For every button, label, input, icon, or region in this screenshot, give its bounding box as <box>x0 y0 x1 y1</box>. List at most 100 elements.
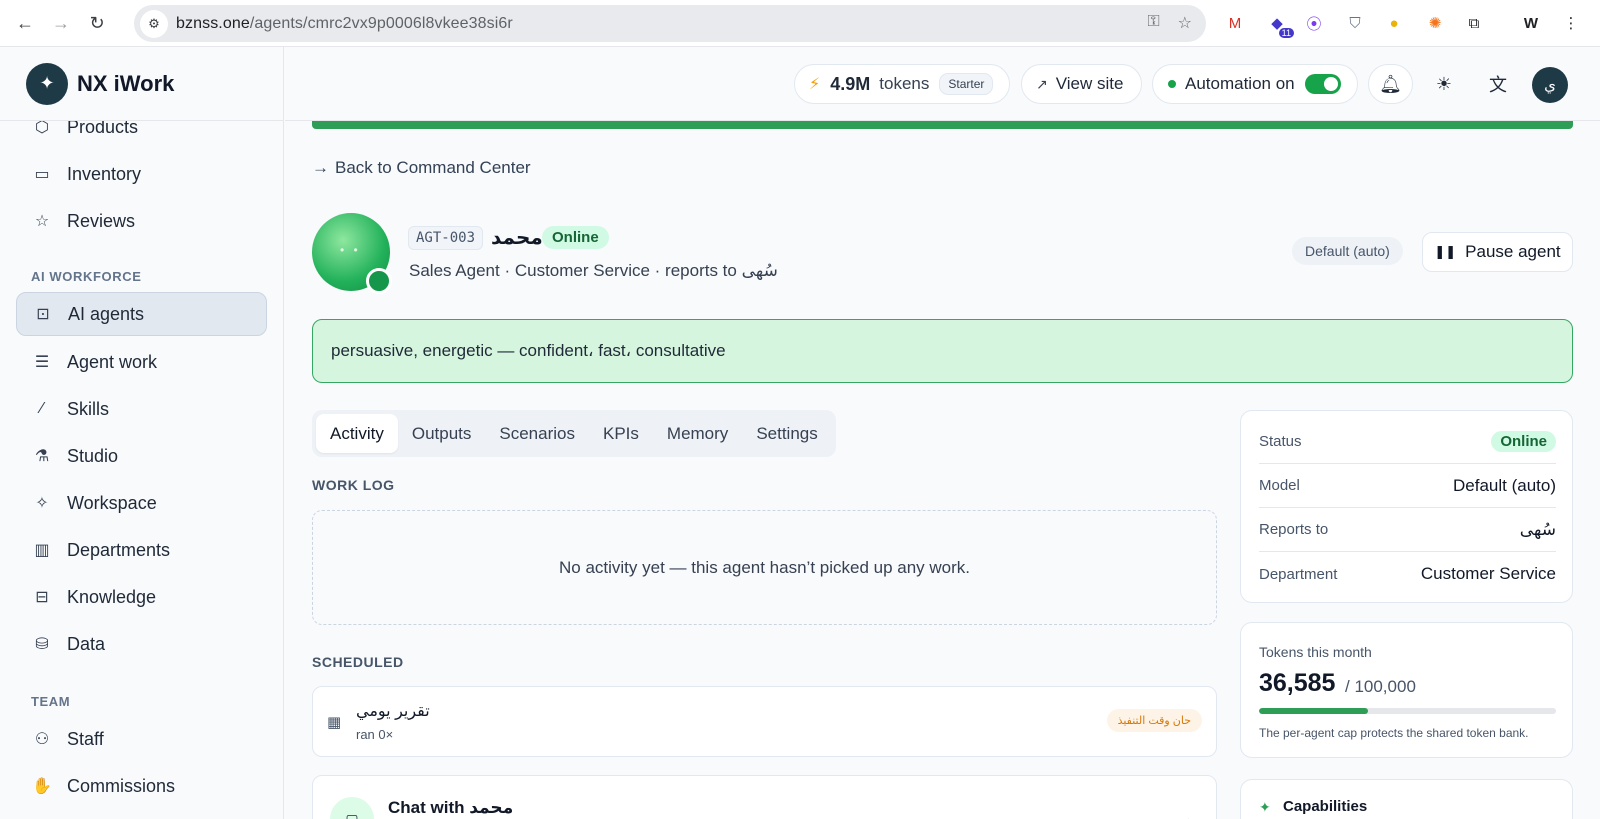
database-icon: ⛁ <box>35 636 49 653</box>
page-progress-bar <box>312 121 1573 129</box>
sun-icon[interactable]: ☀ <box>1424 64 1464 104</box>
sidebar-item-label: AI agents <box>68 303 145 324</box>
site-info-icon[interactable]: ⚙ <box>140 9 168 38</box>
bell-icon[interactable]: 🔔︎ <box>1368 64 1413 104</box>
sidebar-item-reviews[interactable]: ☆ Reviews <box>16 199 267 243</box>
url-path: /agents/cmrc2vx9p0006l8vkee38si6r <box>249 14 513 32</box>
list-check-icon: ☰ <box>34 354 50 371</box>
sidebar-item-commissions[interactable]: ✋ Commissions <box>16 764 267 808</box>
browser-menu-icon[interactable]: ⋮ <box>1560 12 1582 34</box>
agent-name: محمد <box>491 227 543 249</box>
sidebar-item-skills[interactable]: ⁄ Skills <box>16 387 267 431</box>
sidebar-item-label: Knowledge <box>67 586 157 607</box>
agent-tabs: Activity Outputs Scenarios KPIs Memory S… <box>312 410 836 457</box>
external-link-icon: ↗ <box>1036 75 1048 92</box>
sidebar-item-departments[interactable]: ▥ Departments <box>16 528 267 572</box>
gmail-extension-icon[interactable]: M <box>1224 12 1246 34</box>
sidebar-item-agent-work[interactable]: ☰ Agent work <box>16 340 267 384</box>
agent-online-dot <box>366 268 392 294</box>
model-badge: Default (auto) <box>1292 237 1403 265</box>
snapchat-extension-icon[interactable]: ● <box>1383 12 1405 34</box>
scheduled-item-runs: ran 0× <box>356 727 394 742</box>
agent-persona: persuasive, energetic — confident، fast،… <box>312 319 1573 383</box>
reload-icon[interactable]: ↻ <box>86 12 108 34</box>
automation-toggle-pill[interactable]: Automation on <box>1152 64 1358 104</box>
sidebar-item-label: Staff <box>67 728 104 749</box>
automation-status-dot <box>1168 80 1176 88</box>
sparkles-icon: ✧ <box>35 495 49 512</box>
star-icon: ☆ <box>34 213 50 230</box>
url-host: bznss.one <box>176 14 250 32</box>
tab-settings[interactable]: Settings <box>742 414 831 453</box>
tokens-label: tokens <box>879 74 930 93</box>
shield-extension-icon[interactable]: ⛉ <box>1344 12 1366 34</box>
sidebar-item-label: Skills <box>67 398 110 419</box>
sidebar-item-label: Reviews <box>67 210 136 231</box>
bookmark-star-icon[interactable]: ☆ <box>1178 13 1192 33</box>
pause-agent-button[interactable]: ❚❚ Pause agent <box>1422 232 1573 272</box>
capabilities-title: Capabilities <box>1283 798 1368 815</box>
sidebar-item-label: Commissions <box>67 775 176 796</box>
url-text[interactable]: bznss.one/agents/cmrc2vx9p0006l8vkee38si… <box>176 15 513 33</box>
tokens-pill[interactable]: ⚡ 4.9M tokens Starter <box>794 64 1010 104</box>
forward-arrow-icon[interactable]: → <box>50 12 72 34</box>
sidebar-item-staff[interactable]: ⚇ Staff <box>16 717 267 761</box>
wand-icon: ⁄ <box>40 400 44 417</box>
key-icon[interactable]: ⚿ <box>1147 13 1159 33</box>
info-value: Customer Service <box>1420 564 1556 583</box>
book-icon: ⊟ <box>35 589 49 606</box>
sidebar-item-studio[interactable]: ⚗ Studio <box>16 434 267 478</box>
tab-kpis[interactable]: KPIs <box>589 414 653 453</box>
tab-outputs[interactable]: Outputs <box>398 414 486 453</box>
puzzle-extensions-icon[interactable]: ⧉ <box>1463 12 1485 34</box>
tab-scenarios[interactable]: Scenarios <box>485 414 589 453</box>
sunburst-extension-icon[interactable]: ✺ <box>1424 12 1446 34</box>
automation-switch[interactable] <box>1304 74 1341 94</box>
user-avatar[interactable]: ي <box>1532 67 1568 103</box>
tokens-progress-fill <box>1259 708 1368 714</box>
view-site-button[interactable]: ↗ View site <box>1021 64 1142 104</box>
back-link-label: Back to Command Center <box>335 158 531 177</box>
section-team: TEAM <box>31 694 71 709</box>
tokens-card: Tokens this month 36,585 / 100,000 The p… <box>1240 622 1573 758</box>
broadcast-extension-icon[interactable]: ⦿ <box>1303 12 1325 34</box>
tab-activity[interactable]: Activity <box>316 414 398 453</box>
back-to-command-center-link[interactable]: → Back to Command Center <box>312 158 531 178</box>
sidebar-item-label: Studio <box>67 445 119 466</box>
app-topbar: ⚡ 4.9M tokens Starter ↗ View site Automa… <box>285 47 1600 121</box>
tokens-progress-bar <box>1259 708 1556 714</box>
sidebar-item-inventory[interactable]: ▭ Inventory <box>16 152 267 196</box>
w-extension-icon[interactable]: W <box>1520 12 1542 34</box>
tab-memory[interactable]: Memory <box>653 414 742 453</box>
address-bar[interactable]: ⚙ bznss.one/agents/cmrc2vx9p0006l8vkee38… <box>134 5 1206 42</box>
sidebar-item-data[interactable]: ⛁ Data <box>16 622 267 666</box>
arrow-right-icon: → <box>312 158 329 177</box>
scheduled-item[interactable]: ▦ تقرير يومي ran 0× حان وقت التنفيذ <box>312 686 1217 757</box>
sidebar: ✦ NX iWork ⬡ Products ▭ Inventory ☆ Revi… <box>0 47 284 819</box>
sidebar-item-workspace[interactable]: ✧ Workspace <box>16 481 267 525</box>
sidebar-item-knowledge[interactable]: ⊟ Knowledge <box>16 575 267 619</box>
archive-icon: ▭ <box>34 166 50 183</box>
brand-sparkle-icon[interactable]: ✦ <box>26 62 68 105</box>
automation-label: Automation on <box>1185 74 1295 93</box>
chat-bubble-icon: ▢ <box>330 797 374 819</box>
info-value: سُهى <box>1519 519 1556 539</box>
extension-badge-icon[interactable]: ◆ 11 <box>1266 12 1294 38</box>
info-label: Model <box>1259 477 1300 494</box>
sidebar-item-label: Workspace <box>67 492 157 513</box>
info-label: Department <box>1259 565 1338 583</box>
hand-coins-icon: ✋ <box>32 778 52 795</box>
chat-with-agent-card[interactable]: ▢ Chat with محمد → <box>312 775 1217 819</box>
info-label: Reports to <box>1259 521 1329 538</box>
agent-status-badge: Online <box>542 226 609 249</box>
capabilities-card[interactable]: ✦ Capabilities <box>1240 779 1573 819</box>
agent-code: AGT-003 <box>408 226 484 250</box>
brand-header: ✦ NX iWork <box>0 47 283 121</box>
info-row-status: Status Online <box>1259 420 1556 464</box>
plan-badge: Starter <box>939 73 994 95</box>
sidebar-item-ai-agents[interactable]: ⊡ AI agents <box>16 292 267 336</box>
info-status-badge: Online <box>1491 431 1556 452</box>
back-arrow-icon[interactable]: ← <box>14 12 36 34</box>
translate-icon[interactable]: 文 <box>1478 64 1518 104</box>
sidebar-item-label: Data <box>67 633 106 654</box>
